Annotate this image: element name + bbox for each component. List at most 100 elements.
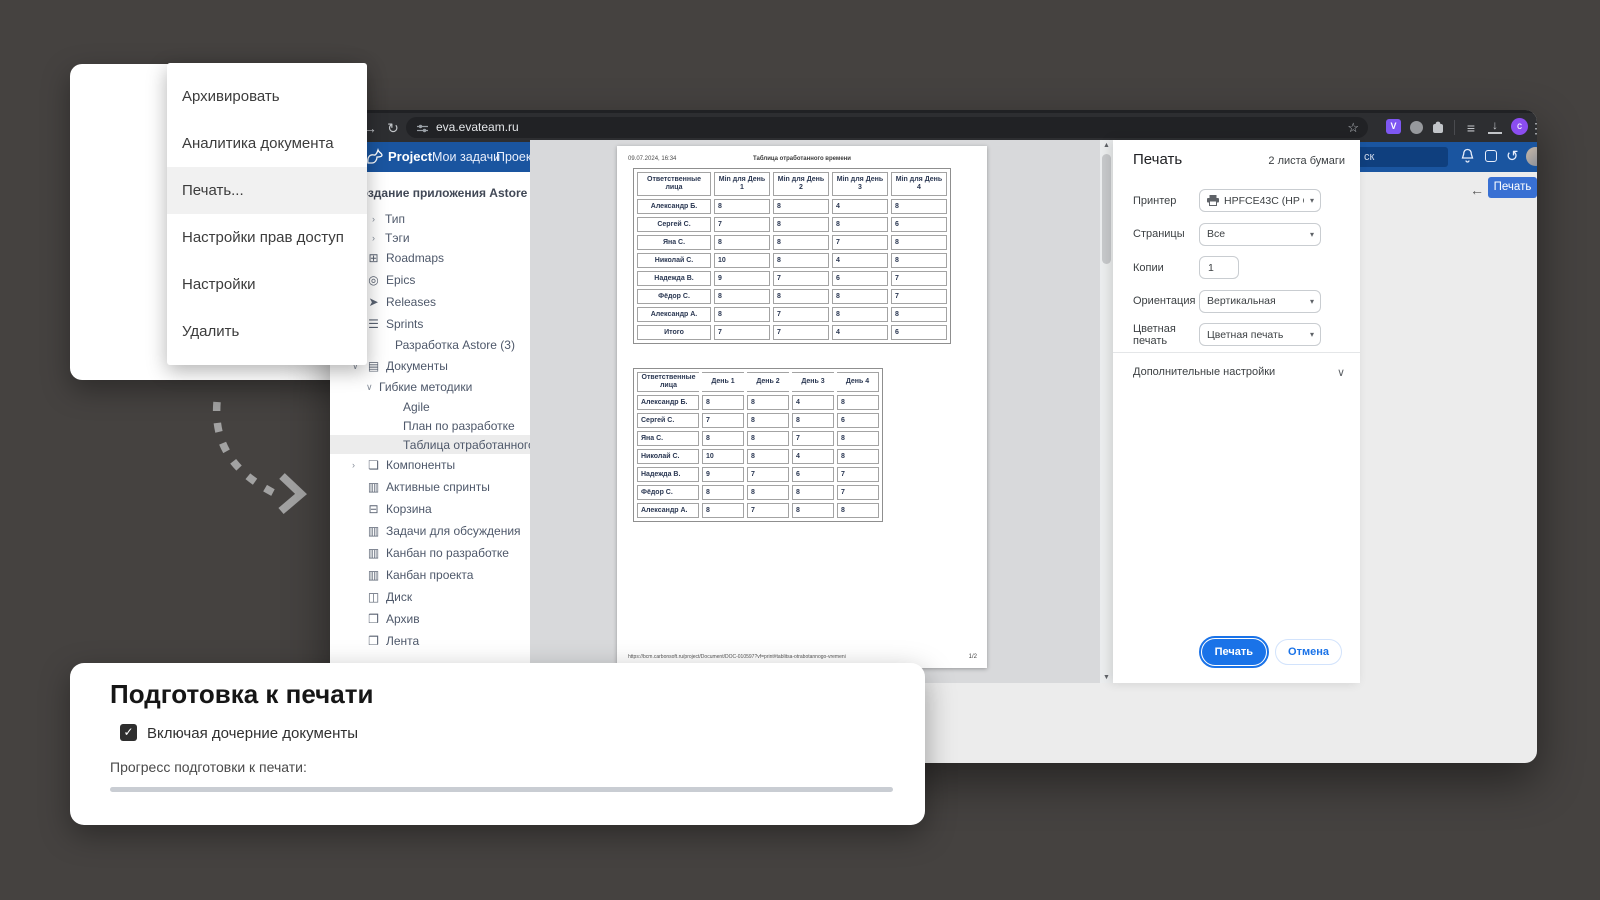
print-preview-area: 09.07.2024, 16:34 Таблица отработанного … xyxy=(530,140,1113,683)
context-menu: АрхивироватьАналитика документаПечать...… xyxy=(167,63,367,365)
user-avatar[interactable] xyxy=(1526,147,1537,166)
reload-icon[interactable]: ↻ xyxy=(383,117,403,139)
table-row: Фёдор С.8887 xyxy=(637,485,879,500)
table-row: Николай С.10848 xyxy=(637,449,879,464)
include-children-checkbox[interactable]: ✓ xyxy=(120,724,137,741)
nav-my-tasks[interactable]: Мои задачи xyxy=(432,150,500,164)
project-title[interactable]: Создание приложения Astore xyxy=(352,186,530,200)
menu-item[interactable]: Печать... xyxy=(167,167,367,214)
caret-down-icon: ▾ xyxy=(1310,297,1314,306)
board-icon: ▥ xyxy=(365,524,382,538)
value-cell: 7 xyxy=(773,271,829,286)
select-value: Вертикальная xyxy=(1207,295,1276,307)
sidebar-item[interactable]: ∨Гибкие методики xyxy=(330,377,530,397)
preview-scrollbar[interactable]: ▲ ▼ xyxy=(1100,140,1113,683)
table-row: Надежда В.9767 xyxy=(637,271,947,286)
site-info-icon[interactable] xyxy=(416,121,429,142)
print-setting-row: Копии1 xyxy=(1113,251,1360,285)
value-cell: 8 xyxy=(837,395,879,410)
value-cell: 7 xyxy=(773,325,829,340)
sidebar-item[interactable]: ⊟Корзина xyxy=(330,498,530,520)
value-cell: 8 xyxy=(773,253,829,268)
extension-v-icon[interactable]: V xyxy=(1386,119,1401,134)
table-row: Николай С.10848 xyxy=(637,253,947,268)
copies-input[interactable]: 1 xyxy=(1199,256,1239,279)
notifications-bell-icon[interactable] xyxy=(1460,148,1475,169)
table-header-cell: Min для День 3 xyxy=(832,172,888,196)
value-cell: 7 xyxy=(714,325,770,340)
scroll-down-icon[interactable]: ▼ xyxy=(1100,674,1113,681)
scrollbar-thumb[interactable] xyxy=(1102,154,1111,264)
sidebar-item[interactable]: Agile xyxy=(330,397,530,416)
back-arrow-icon[interactable]: ← xyxy=(1470,182,1484,198)
sidebar-item[interactable]: ❒Архив xyxy=(330,608,530,630)
progress-label: Прогресс подготовки к печати: xyxy=(110,759,307,775)
sidebar-item[interactable]: ▥Канбан по разработке xyxy=(330,542,530,564)
chevron-collapsed-icon[interactable]: › xyxy=(352,460,365,470)
value-cell: 8 xyxy=(714,235,770,250)
history-icon[interactable]: ↺ xyxy=(1506,147,1519,165)
sidebar-item[interactable]: ◫Диск xyxy=(330,586,530,608)
setting-select[interactable]: Все▾ xyxy=(1199,223,1321,246)
print-setting-row: ПринтерHPFCE43C (HP Color La:▾ xyxy=(1113,184,1360,218)
extensions-puzzle-icon[interactable] xyxy=(1431,120,1445,139)
menu-item[interactable]: Настройки xyxy=(167,261,367,308)
sidebar-item[interactable]: ❐Лента xyxy=(330,630,530,652)
value-cell: 10 xyxy=(714,253,770,268)
setting-select[interactable]: HPFCE43C (HP Color La:▾ xyxy=(1199,189,1321,212)
person-cell: Надежда В. xyxy=(637,271,711,286)
setting-select[interactable]: Цветная печать▾ xyxy=(1199,323,1321,346)
sidebar-item[interactable]: ›❏Компоненты xyxy=(330,454,530,476)
chevron-expanded-icon[interactable]: ∨ xyxy=(366,382,379,393)
screenshot-stage: ← → ↻ eva.evateam.ru ☆ V ≡ ↓ c ⋮ xyxy=(0,0,1600,900)
progress-bar-track xyxy=(110,787,893,792)
chevron-collapsed-icon[interactable]: › xyxy=(372,214,385,224)
print-button[interactable]: Печать xyxy=(1202,639,1266,665)
address-bar[interactable]: eva.evateam.ru ☆ xyxy=(406,117,1368,138)
extension-globe-icon[interactable] xyxy=(1410,121,1423,134)
more-settings-label: Дополнительные настройки xyxy=(1133,366,1275,378)
select-value: Все xyxy=(1207,228,1225,240)
menu-item[interactable]: Архивировать xyxy=(167,73,367,120)
scroll-up-icon[interactable]: ▲ xyxy=(1100,142,1113,149)
more-settings-row[interactable]: Дополнительные настройки ∨ xyxy=(1133,362,1345,382)
value-cell: 10 xyxy=(702,449,744,464)
notes-icon[interactable] xyxy=(1485,150,1497,162)
archive-icon: ❒ xyxy=(365,612,382,626)
select-value: HPFCE43C (HP Color La: xyxy=(1224,195,1304,207)
value-cell: 8 xyxy=(832,289,888,304)
dashed-arrow-annotation xyxy=(185,392,325,527)
sidebar-item-label: Тип xyxy=(385,212,405,226)
chevron-collapsed-icon[interactable]: › xyxy=(372,233,385,243)
kebab-menu-icon[interactable]: ⋮ xyxy=(1526,117,1537,139)
sidebar-item[interactable]: ▥Задачи для обсуждения xyxy=(330,520,530,542)
tasks-icon[interactable]: ≡ xyxy=(1461,117,1481,139)
table-row: Фёдор С.8887 xyxy=(637,289,947,304)
sidebar-item[interactable]: План по разработке xyxy=(330,416,530,435)
eva-logo-icon[interactable] xyxy=(364,146,386,173)
sidebar-item[interactable]: ▥Активные спринты xyxy=(330,476,530,498)
menu-item[interactable]: Настройки прав доступ xyxy=(167,214,367,261)
bookmark-star-icon[interactable]: ☆ xyxy=(1347,117,1359,138)
cancel-button[interactable]: Отмена xyxy=(1275,639,1342,665)
chevron-down-icon: ∨ xyxy=(1337,366,1345,379)
app-product-name[interactable]: Project xyxy=(388,149,432,164)
menu-item[interactable]: Удалить xyxy=(167,308,367,355)
value-cell: 7 xyxy=(891,271,947,286)
value-cell: 6 xyxy=(792,467,834,482)
table-row: Яна С.8878 xyxy=(637,235,947,250)
table-row: Александр А.8788 xyxy=(637,503,879,518)
sidebar-item[interactable]: ▥Канбан проекта xyxy=(330,564,530,586)
table-row: Яна С.8878 xyxy=(637,431,879,446)
value-cell: 8 xyxy=(714,307,770,322)
worked-time-table: Ответственные лицаMin для День 1Min для … xyxy=(633,168,951,344)
value-cell: 8 xyxy=(891,199,947,214)
sidebar-item[interactable]: Таблица отработанного времени xyxy=(330,435,530,454)
menu-item[interactable]: Аналитика документа xyxy=(167,120,367,167)
value-cell: 7 xyxy=(773,307,829,322)
value-cell: 8 xyxy=(837,503,879,518)
setting-select[interactable]: Вертикальная ▾ xyxy=(1199,290,1321,313)
eva-print-button[interactable]: Печать xyxy=(1488,177,1537,198)
download-icon[interactable]: ↓ xyxy=(1488,118,1502,134)
sidebar-item-label: План по разработке xyxy=(403,419,515,433)
